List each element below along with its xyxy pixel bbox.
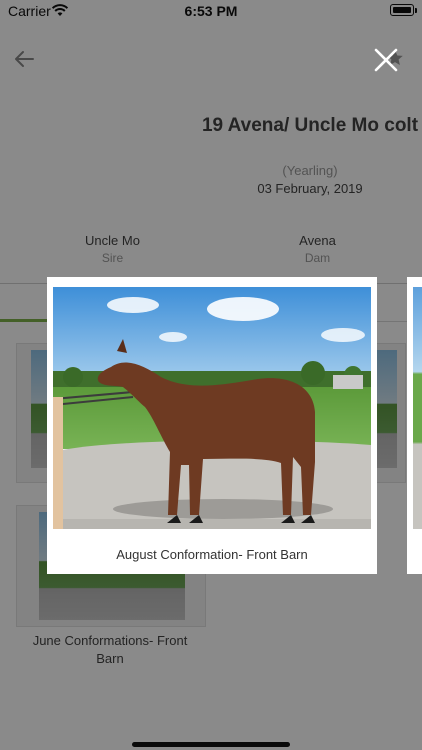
- horse-photo: [53, 287, 371, 529]
- photo-card[interactable]: August Conformation- Front Barn: [47, 277, 377, 574]
- next-photo-card[interactable]: [407, 277, 422, 574]
- horse-photo: [413, 287, 422, 529]
- close-icon[interactable]: [372, 46, 400, 74]
- photo-caption: August Conformation- Front Barn: [116, 547, 308, 562]
